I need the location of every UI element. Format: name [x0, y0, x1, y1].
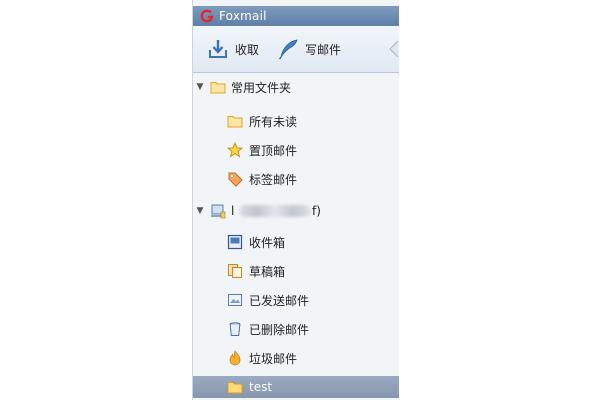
toolbar: 收取 写邮件 — [193, 26, 399, 73]
feather-pen-icon — [278, 39, 298, 60]
receive-mail-icon — [209, 40, 227, 58]
folder-label: test — [249, 380, 273, 394]
title-bar: Foxmail — [193, 6, 399, 26]
compose-label: 写邮件 — [305, 42, 342, 57]
folder-item-drafts[interactable]: 草稿箱 — [193, 260, 399, 282]
compose-button[interactable]: 写邮件 — [277, 34, 341, 64]
folder-label: 置顶邮件 — [249, 143, 298, 158]
folder-icon — [227, 116, 243, 128]
folder-label: 所有未读 — [249, 114, 298, 129]
folder-item-pinned[interactable]: 置顶邮件 — [193, 139, 399, 161]
folder-item-junk[interactable]: 垃圾邮件 — [193, 347, 399, 369]
folder-icon — [210, 82, 226, 94]
star-icon — [227, 142, 243, 158]
expand-arrow-icon[interactable]: ▼ — [195, 206, 205, 216]
toolbar-more-icon[interactable] — [389, 39, 399, 59]
trash-icon — [229, 322, 241, 336]
foxmail-window: Foxmail 收取 写邮件 ▼ 常用文件夹 所有未读 置顶邮件 标签邮件 ▼ … — [192, 0, 399, 400]
group-label: 常用文件夹 — [231, 80, 292, 95]
account-name-prefix: l — [231, 204, 235, 218]
folder-item-sent[interactable]: 已发送邮件 — [193, 289, 399, 311]
foxmail-logo-icon — [200, 9, 214, 23]
junk-flame-icon — [229, 350, 241, 366]
group-common-folders[interactable]: ▼ 常用文件夹 — [193, 76, 399, 98]
folder-item-tagged[interactable]: 标签邮件 — [193, 168, 399, 190]
drafts-icon — [228, 264, 242, 278]
folder-item-inbox[interactable]: 收件箱 — [193, 231, 399, 253]
folder-label: 草稿箱 — [249, 264, 286, 279]
window-title: Foxmail — [219, 9, 267, 23]
inbox-icon — [227, 234, 243, 250]
account-name-redaction — [239, 205, 311, 217]
folder-icon — [227, 382, 243, 394]
folder-label: 标签邮件 — [249, 172, 298, 187]
folder-label: 收件箱 — [249, 235, 286, 250]
folder-label: 已发送邮件 — [249, 293, 310, 308]
folder-label: 已删除邮件 — [249, 322, 310, 337]
receive-label: 收取 — [235, 42, 260, 57]
folder-item-deleted[interactable]: 已删除邮件 — [193, 318, 399, 340]
account-computer-icon — [211, 204, 226, 219]
folder-item-test[interactable]: test — [193, 376, 399, 398]
sent-icon — [228, 294, 242, 306]
account-name-suffix: f) — [312, 204, 321, 218]
folder-item-all-unread[interactable]: 所有未读 — [193, 110, 399, 132]
group-account[interactable]: ▼ l f) — [193, 200, 399, 222]
folder-label: 垃圾邮件 — [249, 351, 298, 366]
expand-arrow-icon[interactable]: ▼ — [195, 82, 205, 92]
receive-button[interactable]: 收取 — [207, 34, 259, 64]
tag-icon — [228, 172, 243, 187]
